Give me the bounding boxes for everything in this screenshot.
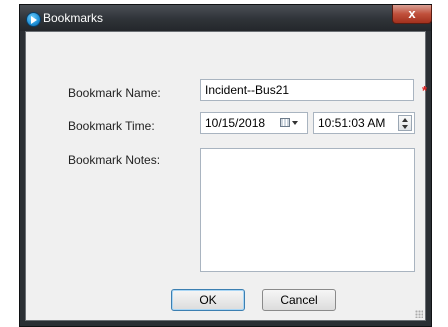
calendar-dropdown-icon[interactable]	[280, 116, 302, 130]
bookmark-name-label: Bookmark Name:	[68, 86, 161, 100]
bookmarks-dialog: Bookmarks x Bookmark Name: Incident--Bus…	[19, 4, 432, 327]
bookmark-notes-textarea[interactable]	[200, 148, 415, 272]
spin-down-icon[interactable]	[402, 125, 408, 129]
spin-up-icon[interactable]	[402, 118, 408, 122]
chevron-down-icon	[292, 121, 298, 125]
title-bar[interactable]: Bookmarks x	[20, 5, 432, 31]
ok-button[interactable]: OK	[171, 289, 245, 311]
cancel-button[interactable]: Cancel	[262, 289, 336, 311]
app-icon	[26, 12, 41, 27]
date-value: 10/15/2018	[205, 116, 266, 130]
time-picker[interactable]: 10:51:03 AM	[313, 112, 415, 134]
bookmark-time-label: Bookmark Time:	[68, 119, 155, 133]
required-marker: *	[422, 83, 428, 98]
time-spinner-icon[interactable]	[398, 115, 412, 131]
bookmark-name-input[interactable]: Incident--Bus21	[200, 79, 414, 101]
date-picker[interactable]: 10/15/2018	[200, 112, 308, 134]
calendar-icon	[280, 118, 290, 127]
resize-grip-icon[interactable]	[415, 310, 423, 318]
bookmark-notes-label: Bookmark Notes:	[68, 153, 161, 167]
time-value: 10:51:03 AM	[318, 116, 386, 130]
window-title: Bookmarks	[43, 11, 104, 25]
close-button[interactable]: x	[392, 5, 432, 24]
dialog-body: Bookmark Name: Incident--Bus21 * Bookmar…	[25, 31, 428, 321]
